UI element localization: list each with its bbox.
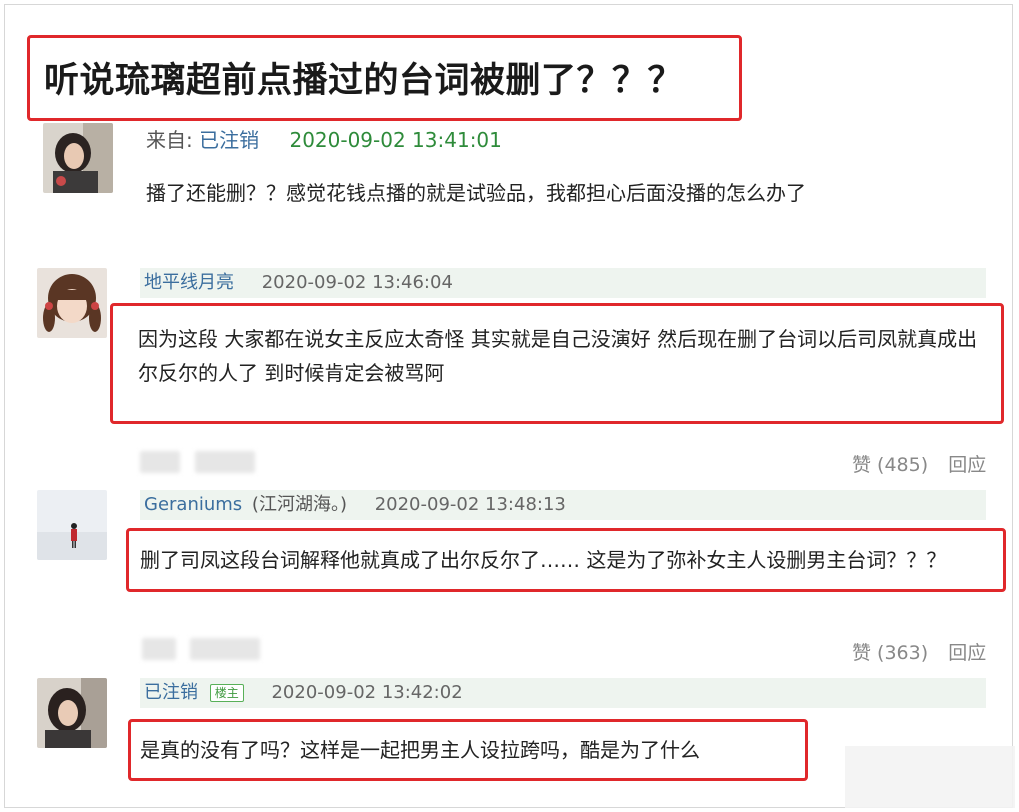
page-title: 听说琉璃超前点播过的台词被删了？？？ bbox=[44, 61, 684, 101]
avatar[interactable] bbox=[37, 268, 107, 338]
reply-user-note: (江河湖海。) bbox=[251, 494, 347, 515]
reply-meta: 已注销 楼主 2020-09-02 13:42:02 bbox=[140, 678, 986, 708]
reply-user-link[interactable]: Geraniums bbox=[144, 494, 242, 515]
avatar[interactable] bbox=[37, 678, 107, 748]
avatar[interactable] bbox=[37, 490, 107, 560]
avatar[interactable] bbox=[43, 123, 113, 193]
watermark-area bbox=[845, 746, 1015, 808]
post-meta: 来自: 已注销 2020-09-02 13:41:01 bbox=[146, 125, 566, 155]
blurred-content bbox=[140, 451, 180, 473]
blurred-content bbox=[190, 638, 260, 660]
reply-text: 是真的没有了吗？这样是一起把男主人设拉跨吗，酷是为了什么 bbox=[140, 738, 700, 762]
reply-button[interactable]: 回应 bbox=[948, 454, 986, 476]
reply-user-link[interactable]: 已注销 bbox=[144, 682, 198, 703]
owner-badge: 楼主 bbox=[209, 684, 244, 702]
blurred-content bbox=[195, 451, 255, 473]
reply-timestamp: 2020-09-02 13:48:13 bbox=[374, 494, 566, 515]
reply-user-link[interactable]: 地平线月亮 bbox=[144, 272, 234, 293]
like-button[interactable]: 赞 (485) bbox=[852, 454, 928, 476]
post-author-link[interactable]: 已注销 bbox=[199, 128, 259, 152]
reply-meta: 地平线月亮 2020-09-02 13:46:04 bbox=[140, 268, 986, 298]
reply-actions: 赞 (485) 回应 bbox=[852, 450, 986, 477]
reply-text: 因为这段 大家都在说女主反应太奇怪 其实就是自己没演好 然后现在删了台词以后司凤… bbox=[138, 327, 978, 385]
reply-actions: 赞 (363) 回应 bbox=[852, 638, 986, 665]
reply-timestamp: 2020-09-02 13:46:04 bbox=[261, 272, 453, 293]
post-timestamp: 2020-09-02 13:41:01 bbox=[289, 128, 502, 152]
reply-timestamp: 2020-09-02 13:42:02 bbox=[271, 682, 463, 703]
reply-meta: Geraniums (江河湖海。) 2020-09-02 13:48:13 bbox=[140, 490, 986, 520]
from-label: 来自: bbox=[146, 128, 193, 152]
like-button[interactable]: 赞 (363) bbox=[852, 642, 928, 664]
post-body: 播了还能删？？感觉花钱点播的就是试验品，我都担心后面没播的怎么办了 bbox=[146, 181, 806, 205]
reply-text: 删了司凤这段台词解释他就真成了出尔反尔了…… 这是为了弥补女主人设删男主台词？？… bbox=[140, 548, 947, 572]
reply-button[interactable]: 回应 bbox=[948, 642, 986, 664]
blurred-content bbox=[142, 638, 176, 660]
